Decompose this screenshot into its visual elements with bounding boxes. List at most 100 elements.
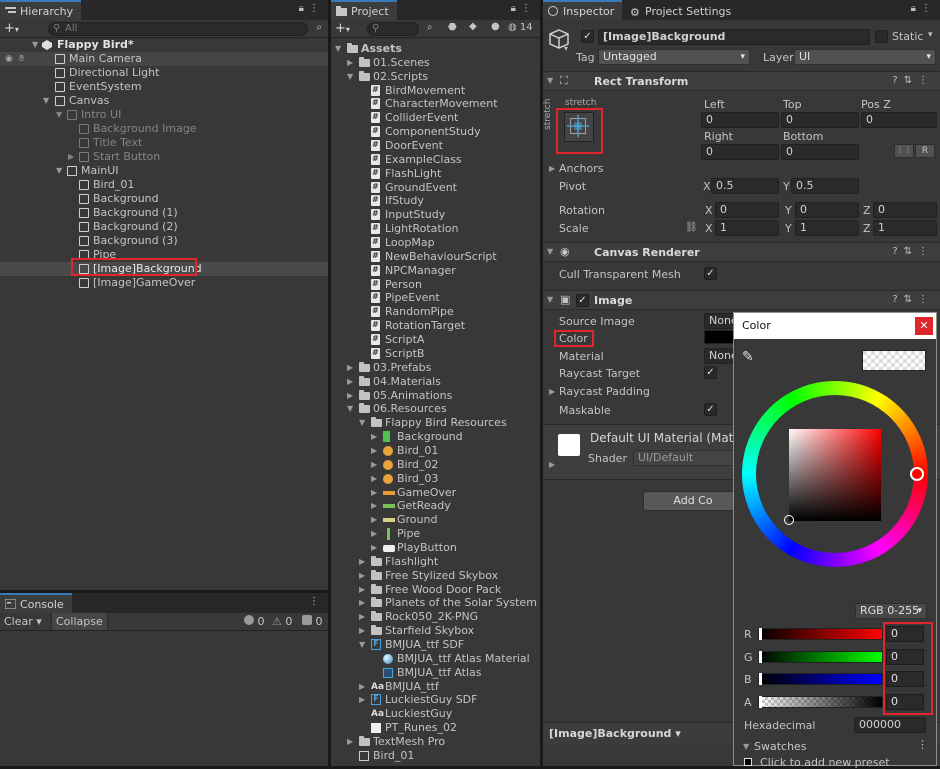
create-button[interactable]: +▾ [4,21,19,36]
rotation-y-input[interactable]: 0 [795,202,859,218]
project-item[interactable]: ▶ Rock050_2K-PNG [331,610,540,624]
project-item[interactable]: ▶ F LuckiestGuy SDF [331,693,540,707]
image-enabled-checkbox[interactable]: ✓ [576,294,589,307]
collapse-arrow-icon[interactable]: ▶ [371,541,377,555]
project-item[interactable]: ▶ Planets of the Solar System 3D [331,596,540,610]
project-item[interactable]: DoorEvent [331,138,540,153]
swatches-foldout-icon[interactable]: ▼ [743,742,749,751]
project-item[interactable]: ▶ Ground [331,513,540,527]
project-item[interactable]: FlashLight [331,166,540,181]
a-slider-handle[interactable] [759,696,762,708]
warning-count-badge[interactable]: ⚠ 0 [272,615,292,628]
static-dropdown-icon[interactable]: ▾ [928,30,933,40]
collapse-arrow-icon[interactable]: ▶ [371,458,377,472]
expand-arrow-icon[interactable]: ▼ [32,38,38,52]
hierarchy-row-start-button[interactable]: ▶ Start Button [0,150,328,164]
component-menu-icons[interactable]: ?⇅⋮ [892,294,934,305]
constrain-proportions-icon[interactable]: ⛓ [685,222,698,233]
raycast-target-checkbox[interactable]: ✓ [704,366,717,379]
g-slider[interactable] [758,651,883,663]
warning-filter-icon[interactable]: ● [491,21,500,32]
shader-dropdown[interactable]: UI/Default [633,450,743,466]
project-item[interactable]: ▶ 01.Scenes [331,56,540,70]
scene-root-row[interactable]: ▼ Flappy Bird* [0,38,328,52]
color-mode-dropdown[interactable]: RGB 0-255 [855,603,927,619]
left-input[interactable]: 0 [701,112,779,128]
hierarchy-row-background-image[interactable]: Background Image [0,122,328,136]
collapse-arrow-icon[interactable]: ▶ [371,472,377,486]
add-component-button[interactable]: Add Co [643,491,743,511]
error-count-badge[interactable]: 0 [302,615,323,628]
rotation-z-input[interactable]: 0 [873,202,937,218]
pivot-x-input[interactable]: 0.5 [711,178,779,194]
project-item[interactable]: BMJUA_ttf Atlas [331,666,540,680]
hierarchy-row-main-camera[interactable]: ◉ ✋︎ Main Camera [0,52,328,66]
rotation-x-input[interactable]: 0 [715,202,779,218]
collapse-arrow-icon[interactable]: ▶ [359,680,365,694]
hierarchy-row-image-gameover[interactable]: [Image]GameOver [0,276,328,290]
blueprint-mode-button[interactable]: ⋮⋮ [894,144,914,158]
saturation-value-square[interactable] [784,429,881,525]
project-item[interactable]: ▶ 04.Materials [331,375,540,389]
project-item[interactable]: Bird_01 [331,749,540,763]
collapse-arrow-icon[interactable]: ▶ [371,513,377,527]
project-item[interactable]: IfStudy [331,193,540,208]
collapse-arrow-icon[interactable]: ▶ [347,361,353,375]
clear-button[interactable]: Clear ▾ [4,615,42,628]
project-item[interactable]: LightRotation [331,221,540,236]
top-input[interactable]: 0 [781,112,859,128]
g-slider-handle[interactable] [759,651,762,663]
project-item[interactable]: CharacterMovement [331,96,540,111]
component-menu-icons[interactable]: ?⇅⋮ [892,246,934,257]
r-slider[interactable] [758,628,883,640]
component-menu-icons[interactable]: ?⇅⋮ [892,75,934,86]
expand-arrow-icon[interactable]: ▼ [43,94,49,108]
tab-console[interactable]: Console [0,593,72,613]
object-name-input[interactable]: [Image]Background [598,29,870,45]
collapse-arrow-icon[interactable]: ▶ [347,389,353,403]
collapse-arrow-icon[interactable]: ▶ [359,555,365,569]
filter-by-type-icon[interactable]: ⬣ [448,22,457,33]
collapse-arrow-icon[interactable]: ▶ [347,375,353,389]
hierarchy-row-eventsystem[interactable]: EventSystem [0,80,328,94]
collapse-arrow-icon[interactable]: ▶ [371,486,377,500]
hierarchy-row-title-text[interactable]: Title Text [0,136,328,150]
project-item[interactable]: Person [331,277,540,292]
info-count-badge[interactable]: 0 [244,615,265,628]
gameobject-active-checkbox[interactable]: ✓ [581,30,594,43]
project-item[interactable]: ▶ Pipe [331,527,540,541]
tag-dropdown[interactable]: Untagged [598,49,750,65]
collapse-arrow-icon[interactable]: ▶ [347,56,353,70]
project-item[interactable]: ExampleClass [331,152,540,167]
b-slider-handle[interactable] [759,673,762,685]
collapse-arrow-icon[interactable]: ▶ [371,444,377,458]
add-preset-hint[interactable]: Click to add new preset [760,756,890,769]
hierarchy-row-canvas[interactable]: ▼ Canvas [0,94,328,108]
project-item[interactable]: ▶ Aa BMJUA_ttf [331,680,540,694]
project-item[interactable]: ▶ Flashlight [331,555,540,569]
expand-arrow-icon[interactable]: ▼ [347,402,353,416]
layer-dropdown[interactable]: UI [794,49,936,65]
project-item[interactable]: ▶ Starfield Skybox [331,624,540,638]
hue-handle[interactable] [910,467,924,481]
raw-edit-button[interactable]: R [915,144,935,158]
hierarchy-row-background-2[interactable]: Background (2) [0,220,328,234]
footer-object-dropdown[interactable]: [Image]Background ▾ [549,727,681,740]
scale-x-input[interactable]: 1 [715,220,779,236]
raycast-padding-foldout-icon[interactable]: ▶ [549,387,555,396]
project-item[interactable]: ▼ 06.Resources [331,402,540,416]
static-checkbox[interactable] [875,30,888,43]
project-item[interactable]: ScriptA [331,332,540,347]
expand-arrow-icon[interactable]: ▼ [347,70,353,84]
eyedropper-icon[interactable]: ✎ [742,349,754,365]
hierarchy-row-background-1[interactable]: Background (1) [0,206,328,220]
visibility-eye-icon[interactable]: ◉ [5,52,13,66]
collapse-arrow-icon[interactable]: ▶ [359,583,365,597]
inspector-tab-menu-icons[interactable]: 🔒︎⋮ [911,3,936,14]
b-slider[interactable] [758,673,883,685]
scale-y-input[interactable]: 1 [795,220,859,236]
expand-arrow-icon[interactable]: ▼ [56,108,62,122]
expand-arrow-icon[interactable]: ▼ [335,42,341,56]
project-item[interactable]: InputStudy [331,207,540,222]
hierarchy-row-intro-ui[interactable]: ▼ Intro UI [0,108,328,122]
